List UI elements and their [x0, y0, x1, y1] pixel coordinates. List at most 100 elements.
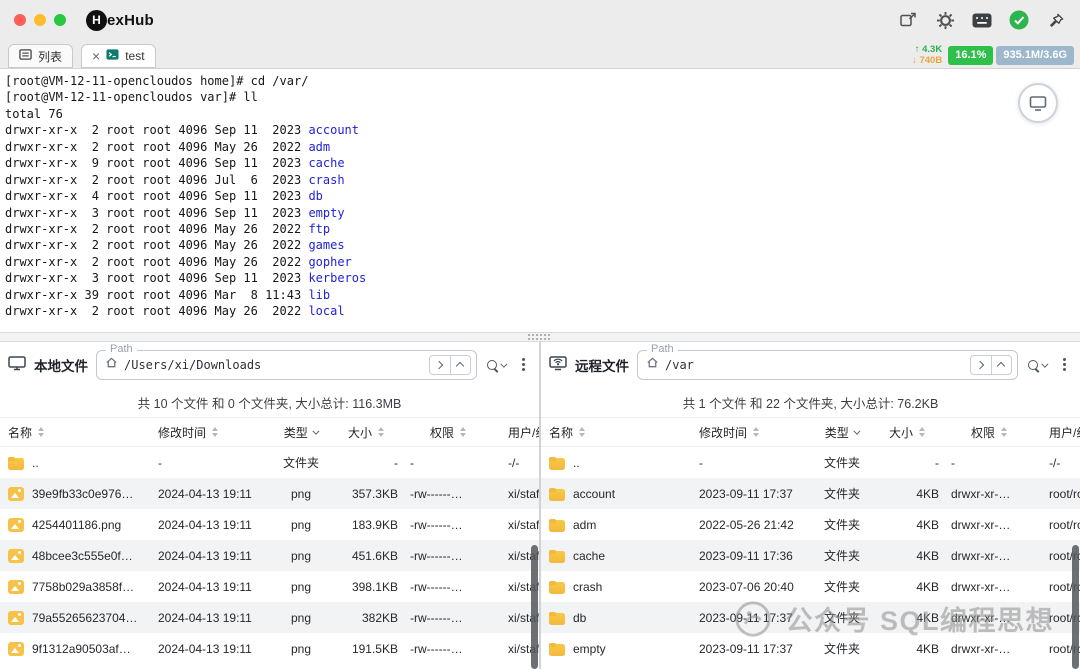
- local-more-menu-button[interactable]: [516, 358, 531, 372]
- local-path-input[interactable]: Path /Users/xi/Downloads: [96, 350, 477, 380]
- column-header-label: 类型: [284, 424, 308, 441]
- file-row[interactable]: empty 2023-09-11 17:37 文件夹 4KB drwxr-xr-…: [541, 633, 1080, 664]
- terminal-line: drwxr-xr-x 2 root root 4096 May 26 2022 …: [5, 222, 1080, 238]
- file-mtime: 2024-04-13 19:11: [150, 549, 272, 563]
- local-vertical-scrollbar[interactable]: [531, 545, 538, 669]
- toggle-file-panel-button[interactable]: [1018, 83, 1058, 123]
- file-size: 4KB: [871, 518, 943, 532]
- screen-icon: [1028, 93, 1048, 113]
- file-row[interactable]: 7758b029a3858f… 2024-04-13 19:11 png 398…: [0, 571, 539, 602]
- sort-arrows-icon: [579, 427, 585, 437]
- terminal-line: drwxr-xr-x 2 root root 4096 May 26 2022 …: [5, 255, 1080, 271]
- terminal-line: drwxr-xr-x 4 root root 4096 Sep 11 2023 …: [5, 189, 1080, 205]
- terminal-directory-name: account: [308, 123, 359, 137]
- terminal-directory-name: adm: [308, 140, 330, 154]
- tab-session-test[interactable]: × test: [81, 44, 156, 68]
- file-type: 文件夹: [272, 454, 330, 471]
- file-row[interactable]: .. - 文件夹 - - -/-: [0, 447, 539, 478]
- keyboard-icon[interactable]: [972, 10, 992, 30]
- file-permissions: drwxr-xr-…: [943, 642, 1035, 656]
- remote-more-menu-button[interactable]: [1057, 358, 1072, 372]
- column-header[interactable]: 权限: [402, 418, 494, 446]
- file-row[interactable]: .. - 文件夹 - - -/-: [541, 447, 1080, 478]
- file-type-icon: [8, 580, 24, 594]
- maximize-window-button[interactable]: [54, 14, 66, 26]
- file-mtime: 2023-09-11 17:37: [691, 487, 813, 501]
- pin-icon[interactable]: [1046, 10, 1066, 30]
- path-go-button[interactable]: [430, 356, 450, 374]
- remote-panel-header: 远程文件 Path /var: [541, 342, 1080, 388]
- file-type-icon: [8, 518, 24, 532]
- path-field-label: Path: [106, 343, 137, 355]
- file-row[interactable]: 9f1312a90503af… 2024-04-13 19:11 png 191…: [0, 633, 539, 664]
- file-name: ..: [32, 456, 39, 470]
- file-type-icon: [549, 458, 565, 470]
- terminal-text: drwxr-xr-x 4 root root 4096 Sep 11 2023: [5, 189, 308, 203]
- terminal-directory-name: crash: [308, 173, 344, 187]
- remote-file-list: .. - 文件夹 - - -/- account 2023-09-11 17:3…: [541, 447, 1080, 664]
- column-header[interactable]: 修改时间: [150, 418, 272, 446]
- file-row[interactable]: crash 2023-07-06 20:40 文件夹 4KB drwxr-xr-…: [541, 571, 1080, 602]
- remote-search-button[interactable]: [1026, 356, 1050, 374]
- column-header[interactable]: 权限: [943, 418, 1035, 446]
- column-header-label: 类型: [825, 424, 849, 441]
- path-go-button[interactable]: [971, 356, 991, 374]
- local-panel-header: 本地文件 Path /Users/xi/Downloads: [0, 342, 539, 388]
- terminal-text: drwxr-xr-x 3 root root 4096 Sep 11 2023: [5, 206, 308, 220]
- sort-arrows-icon: [1001, 427, 1007, 437]
- file-row[interactable]: account 2023-09-11 17:37 文件夹 4KB drwxr-x…: [541, 478, 1080, 509]
- path-up-button[interactable]: [991, 356, 1011, 374]
- connection-status-icon[interactable]: [1009, 10, 1029, 30]
- column-header-label: 用户/组: [1049, 424, 1080, 441]
- titlebar-actions: [898, 10, 1066, 30]
- file-mtime: 2023-07-06 20:40: [691, 580, 813, 594]
- column-header[interactable]: 大小: [330, 418, 402, 446]
- terminal-line: total 76: [5, 107, 1080, 123]
- terminal-text: drwxr-xr-x 3 root root 4096 Sep 11 2023: [5, 271, 308, 285]
- column-header[interactable]: 用户/组: [1035, 418, 1080, 446]
- file-row[interactable]: 48bcee3c555e0f… 2024-04-13 19:11 png 451…: [0, 540, 539, 571]
- column-header[interactable]: 大小: [871, 418, 943, 446]
- file-type-icon: [8, 458, 24, 470]
- close-tab-icon[interactable]: ×: [92, 49, 100, 63]
- file-row[interactable]: db 2023-09-11 17:37 文件夹 4KB drwxr-xr-… r…: [541, 602, 1080, 633]
- chevron-down-icon: [1042, 361, 1048, 367]
- terminal-line: drwxr-xr-x 2 root root 4096 Sep 11 2023 …: [5, 123, 1080, 139]
- local-search-button[interactable]: [485, 356, 509, 374]
- file-row[interactable]: 4254401186.png 2024-04-13 19:11 png 183.…: [0, 509, 539, 540]
- remote-vertical-scrollbar[interactable]: [1072, 545, 1079, 669]
- file-type-icon: [8, 611, 24, 625]
- file-name: account: [573, 487, 615, 501]
- terminal-output-area[interactable]: [root@VM-12-11-opencloudos home]# cd /va…: [0, 69, 1080, 332]
- filter-chevron-icon: [854, 428, 860, 434]
- file-size: 191.5KB: [330, 642, 402, 656]
- minimize-window-button[interactable]: [34, 14, 46, 26]
- file-row[interactable]: cache 2023-09-11 17:36 文件夹 4KB drwxr-xr-…: [541, 540, 1080, 571]
- column-header[interactable]: 名称: [541, 418, 691, 446]
- panel-splitter[interactable]: [0, 332, 1080, 342]
- upload-speed: ↑ 4.3K: [912, 44, 942, 55]
- path-up-button[interactable]: [450, 356, 470, 374]
- remote-column-headers: 名称 修改时间 类型: [541, 417, 1080, 447]
- tab-list[interactable]: 列表: [8, 44, 73, 68]
- terminal-line: drwxr-xr-x 9 root root 4096 Sep 11 2023 …: [5, 156, 1080, 172]
- tab-bar: 列表 × test ↑ 4.3K ↓ 740B 16.1% 935.1M/3.6…: [0, 40, 1080, 69]
- column-header-label: 修改时间: [158, 424, 206, 441]
- column-header[interactable]: 类型: [272, 418, 330, 446]
- column-header[interactable]: 修改时间: [691, 418, 813, 446]
- column-header[interactable]: 用户/组: [494, 418, 539, 446]
- file-type: 文件夹: [813, 485, 871, 502]
- file-name: 7758b029a3858f…: [32, 580, 134, 594]
- open-new-window-icon[interactable]: [898, 10, 918, 30]
- terminal-text: [root@VM-12-11-opencloudos var]# ll: [5, 90, 258, 104]
- remote-path-input[interactable]: Path /var: [637, 350, 1018, 380]
- file-row[interactable]: 79a55265623704… 2024-04-13 19:11 png 382…: [0, 602, 539, 633]
- file-row[interactable]: 39e9fb33c0e976… 2024-04-13 19:11 png 357…: [0, 478, 539, 509]
- file-permissions: -rw------…: [402, 518, 494, 532]
- settings-gear-icon[interactable]: [935, 10, 955, 30]
- file-row[interactable]: adm 2022-05-26 21:42 文件夹 4KB drwxr-xr-… …: [541, 509, 1080, 540]
- column-header[interactable]: 类型: [813, 418, 871, 446]
- close-window-button[interactable]: [14, 14, 26, 26]
- column-header[interactable]: 名称: [0, 418, 150, 446]
- file-mtime: 2023-09-11 17:36: [691, 549, 813, 563]
